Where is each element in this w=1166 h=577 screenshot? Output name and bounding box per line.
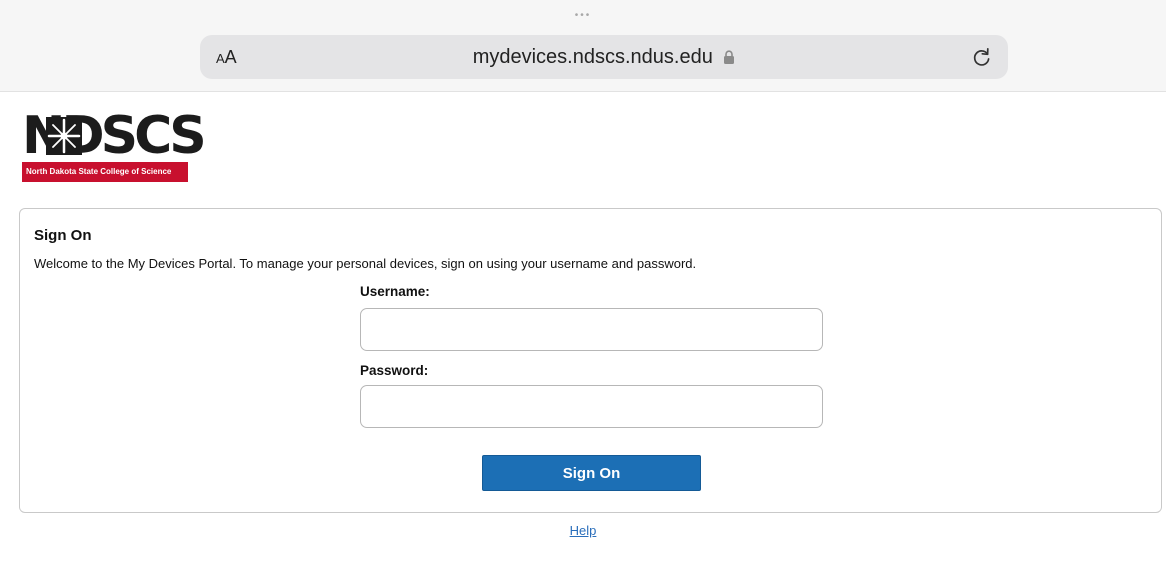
browser-chrome: ••• AA mydevices.ndscs.ndus.edu bbox=[0, 0, 1166, 92]
username-field[interactable] bbox=[360, 308, 823, 351]
panel-title: Sign On bbox=[34, 227, 92, 244]
username-label: Username: bbox=[360, 284, 430, 299]
sign-on-panel: Sign On Welcome to the My Devices Portal… bbox=[19, 208, 1162, 513]
help-link[interactable]: Help bbox=[570, 523, 597, 538]
password-field[interactable] bbox=[360, 385, 823, 428]
lock-icon bbox=[724, 50, 735, 65]
logo-star-icon bbox=[46, 117, 82, 155]
reload-icon[interactable] bbox=[970, 45, 994, 69]
ndscs-logo: NDSCS North Dakota State College of Scie… bbox=[22, 110, 207, 182]
help-container: Help bbox=[0, 523, 1166, 538]
url-text: mydevices.ndscs.ndus.edu bbox=[472, 46, 713, 68]
password-label: Password: bbox=[360, 363, 429, 378]
welcome-message: Welcome to the My Devices Portal. To man… bbox=[34, 256, 697, 271]
url-display[interactable]: mydevices.ndscs.ndus.edu bbox=[200, 45, 1008, 71]
address-bar[interactable]: AA mydevices.ndscs.ndus.edu bbox=[200, 35, 1008, 79]
logo-tagline: North Dakota State College of Science bbox=[22, 162, 188, 182]
sign-on-button[interactable]: Sign On bbox=[482, 455, 701, 491]
tab-overview-dots[interactable]: ••• bbox=[0, 10, 1166, 22]
